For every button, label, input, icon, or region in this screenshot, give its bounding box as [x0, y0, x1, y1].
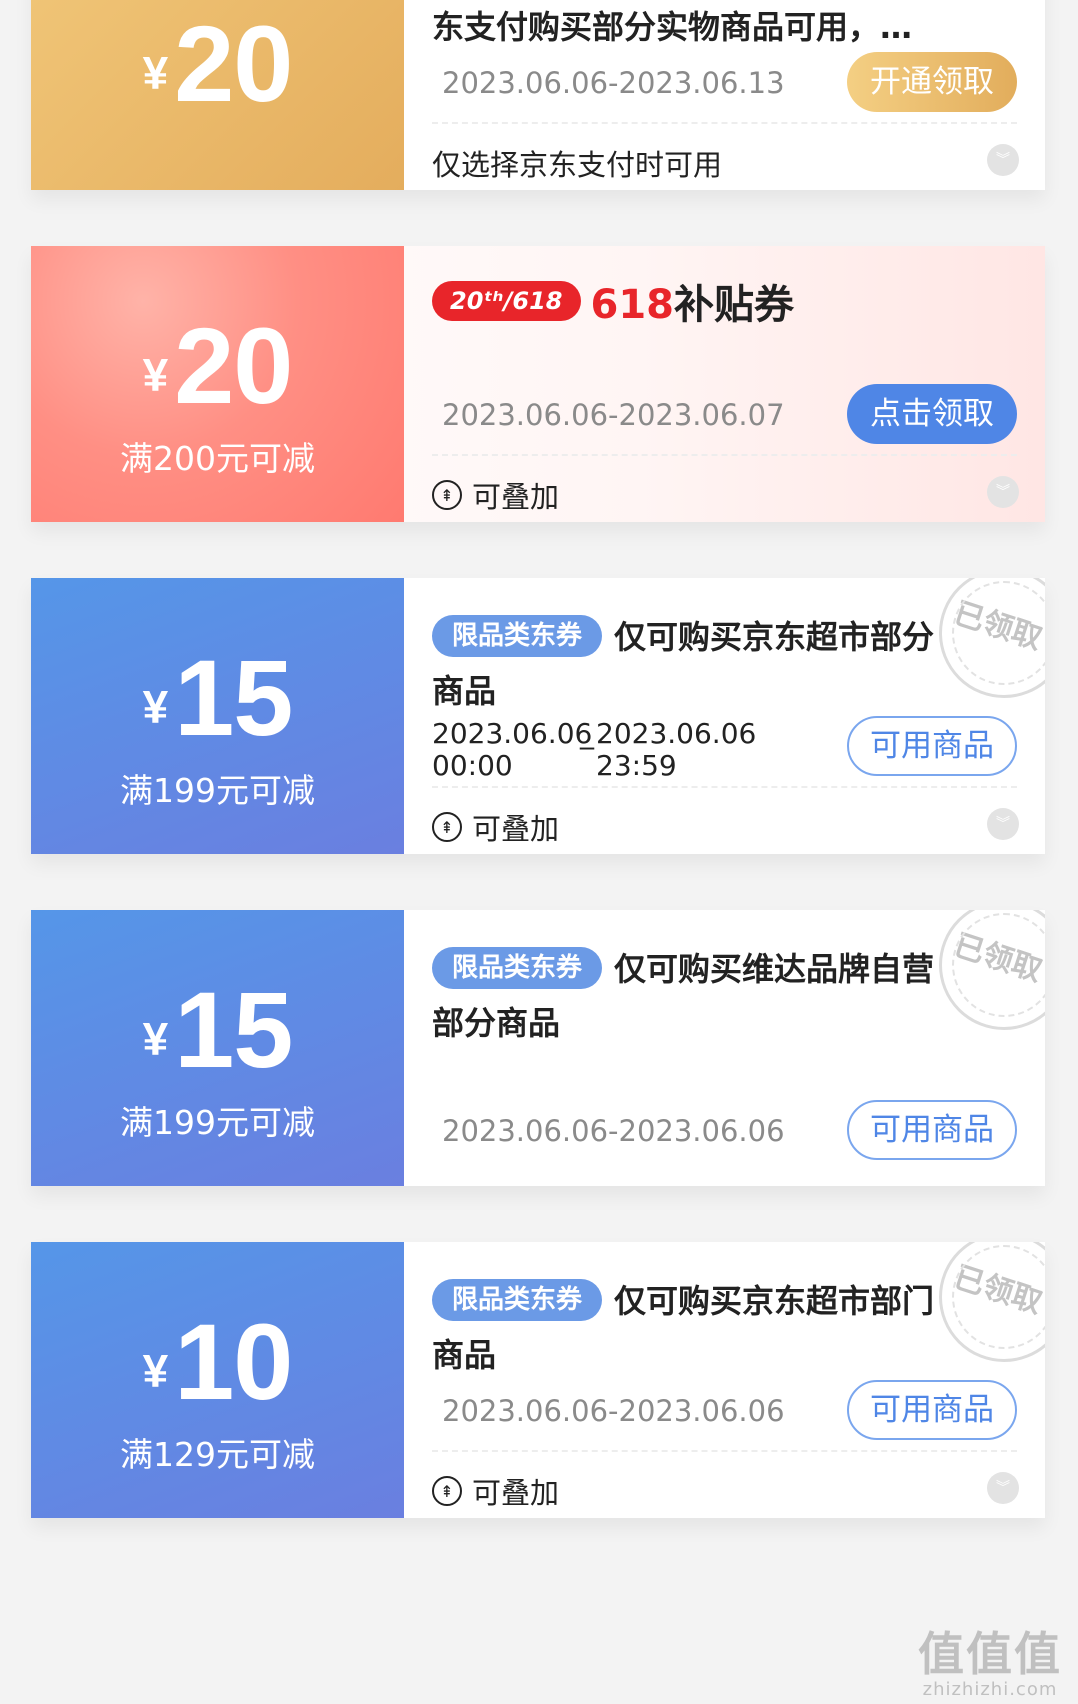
coupon-note: 仅选择京东支付时可用	[432, 142, 722, 184]
coupon-card: ¥20 满200元可减 20ᵗʰ/618 618补贴券 2023.06.06-2…	[31, 246, 1045, 522]
divider	[432, 122, 1017, 124]
coupon-date: 2023.06.06-2023.06.07	[442, 398, 785, 432]
amount-value: 15	[174, 637, 293, 758]
currency-symbol: ¥	[142, 1013, 169, 1065]
expand-chevron-icon[interactable]: ︾	[987, 476, 1019, 508]
category-tag: 限品类东券	[432, 615, 603, 657]
category-tag: 限品类东券	[432, 947, 603, 989]
coupon-amount-panel: ¥15 满199元可减	[31, 578, 404, 854]
amount-value: 15	[174, 969, 293, 1090]
watermark-logo: 值值值	[918, 1627, 1062, 1681]
expand-chevron-icon[interactable]: ︾	[987, 808, 1019, 840]
activate-claim-button[interactable]: 开通领取	[847, 52, 1017, 112]
coupon-title: 东支付购买部分实物商品可用，…	[432, 8, 913, 46]
badge-suffix: 补贴券	[674, 282, 794, 328]
note-text: 可叠加	[472, 1476, 560, 1510]
coupon-title: 限品类东券 仅可购买京东超市部门商品	[432, 1274, 965, 1382]
coupon-card: ¥15 满199元可减 已领取 限品类东券 仅可购买维达品牌自营部分商品 2023…	[31, 910, 1045, 1186]
coupon-amount: ¥15	[31, 644, 404, 752]
watermark-url: zhizhizhi.com	[922, 1679, 1058, 1700]
coupon-date-start: 2023.06.06 00:00	[432, 717, 593, 782]
coupon-amount: ¥20	[31, 10, 404, 118]
divider	[432, 1450, 1017, 1452]
coupon-details: 已领取 限品类东券 仅可购买维达品牌自营部分商品 2023.06.06-2023.…	[404, 910, 1045, 1186]
divider	[432, 786, 1017, 788]
coupon-date: 2023.06.06-2023.06.06	[442, 1114, 785, 1148]
site-watermark: 值值值 zhizhizhi.com	[918, 1629, 1062, 1700]
coupon-card: ¥15 满199元可减 已领取 限品类东券 仅可购买京东超市部分商品 2023.0…	[31, 578, 1045, 854]
coupon-date: 2023.06.06-2023.06.06	[442, 1394, 785, 1428]
note-text: 可叠加	[472, 812, 560, 846]
coupon-condition: 满200元可减	[120, 439, 315, 478]
coupon-details: 已领取 限品类东券 仅可购买京东超市部门商品 2023.06.06-2023.06…	[404, 1242, 1045, 1518]
note-text: 仅选择京东支付时可用	[432, 148, 723, 182]
coupon-details: 已领取 限品类东券 仅可购买京东超市部分商品 2023.06.06 00:00 _…	[404, 578, 1045, 854]
available-products-button[interactable]: 可用商品	[847, 1100, 1017, 1160]
available-products-button[interactable]: 可用商品	[847, 716, 1017, 776]
coupon-note: ⇞ 可叠加	[432, 1470, 559, 1512]
stackable-icon: ⇞	[432, 812, 462, 842]
available-products-button[interactable]: 可用商品	[847, 1380, 1017, 1440]
currency-symbol: ¥	[142, 47, 169, 99]
currency-symbol: ¥	[142, 1345, 169, 1397]
coupon-card: ¥10 满129元可减 已领取 限品类东券 仅可购买京东超市部门商品 2023.0…	[31, 1242, 1045, 1518]
expand-chevron-icon[interactable]: ︾	[987, 1472, 1019, 1504]
coupon-date-end: 2023.06.06 23:59	[596, 717, 757, 782]
coupon-title: 限品类东券 仅可购买维达品牌自营部分商品	[432, 942, 965, 1050]
currency-symbol: ¥	[142, 681, 169, 733]
coupon-condition: 满199元可减	[120, 771, 315, 810]
coupon-title: 限品类东券 仅可购买京东超市部分商品	[432, 610, 965, 718]
amount-value: 10	[174, 1301, 293, 1422]
coupon-details: 20ᵗʰ/618 618补贴券 2023.06.06-2023.06.07 点击…	[404, 246, 1045, 522]
stackable-icon: ⇞	[432, 480, 462, 510]
coupon-note: ⇞ 可叠加	[432, 806, 559, 848]
subsidy-badge: 20ᵗʰ/618 618补贴券	[432, 272, 794, 330]
badge-prefix: 618	[590, 282, 675, 328]
coupon-details: 东支付购买部分实物商品可用，… 2023.06.06-2023.06.13 开通…	[404, 0, 1045, 190]
coupon-amount-panel: ¥10 满129元可减	[31, 1242, 404, 1518]
badge-title: 618补贴券	[591, 272, 795, 330]
expand-chevron-icon[interactable]: ︾	[987, 144, 1019, 176]
coupon-amount-panel: ¥20 满200元可减	[31, 246, 404, 522]
anniversary-badge: 20ᵗʰ/618	[432, 281, 581, 321]
currency-symbol: ¥	[142, 349, 169, 401]
coupon-condition: 满199元可减	[120, 1103, 315, 1142]
coupon-amount-panel: ¥20	[31, 0, 404, 190]
category-tag: 限品类东券	[432, 1279, 603, 1321]
divider	[432, 454, 1017, 456]
coupon-date: 2023.06.06-2023.06.13	[442, 66, 785, 100]
amount-value: 20	[174, 305, 293, 426]
note-text: 可叠加	[472, 480, 560, 514]
claim-button[interactable]: 点击领取	[847, 384, 1017, 444]
coupon-condition: 满129元可减	[120, 1435, 315, 1474]
amount-value: 20	[174, 3, 293, 124]
coupon-card: ¥20 东支付购买部分实物商品可用，… 2023.06.06-2023.06.1…	[31, 0, 1045, 190]
coupon-amount: ¥10	[31, 1308, 404, 1416]
coupon-amount: ¥15	[31, 976, 404, 1084]
coupon-amount: ¥20	[31, 312, 404, 420]
stackable-icon: ⇞	[432, 1476, 462, 1506]
coupon-amount-panel: ¥15 满199元可减	[31, 910, 404, 1186]
coupon-note: ⇞ 可叠加	[432, 474, 559, 516]
